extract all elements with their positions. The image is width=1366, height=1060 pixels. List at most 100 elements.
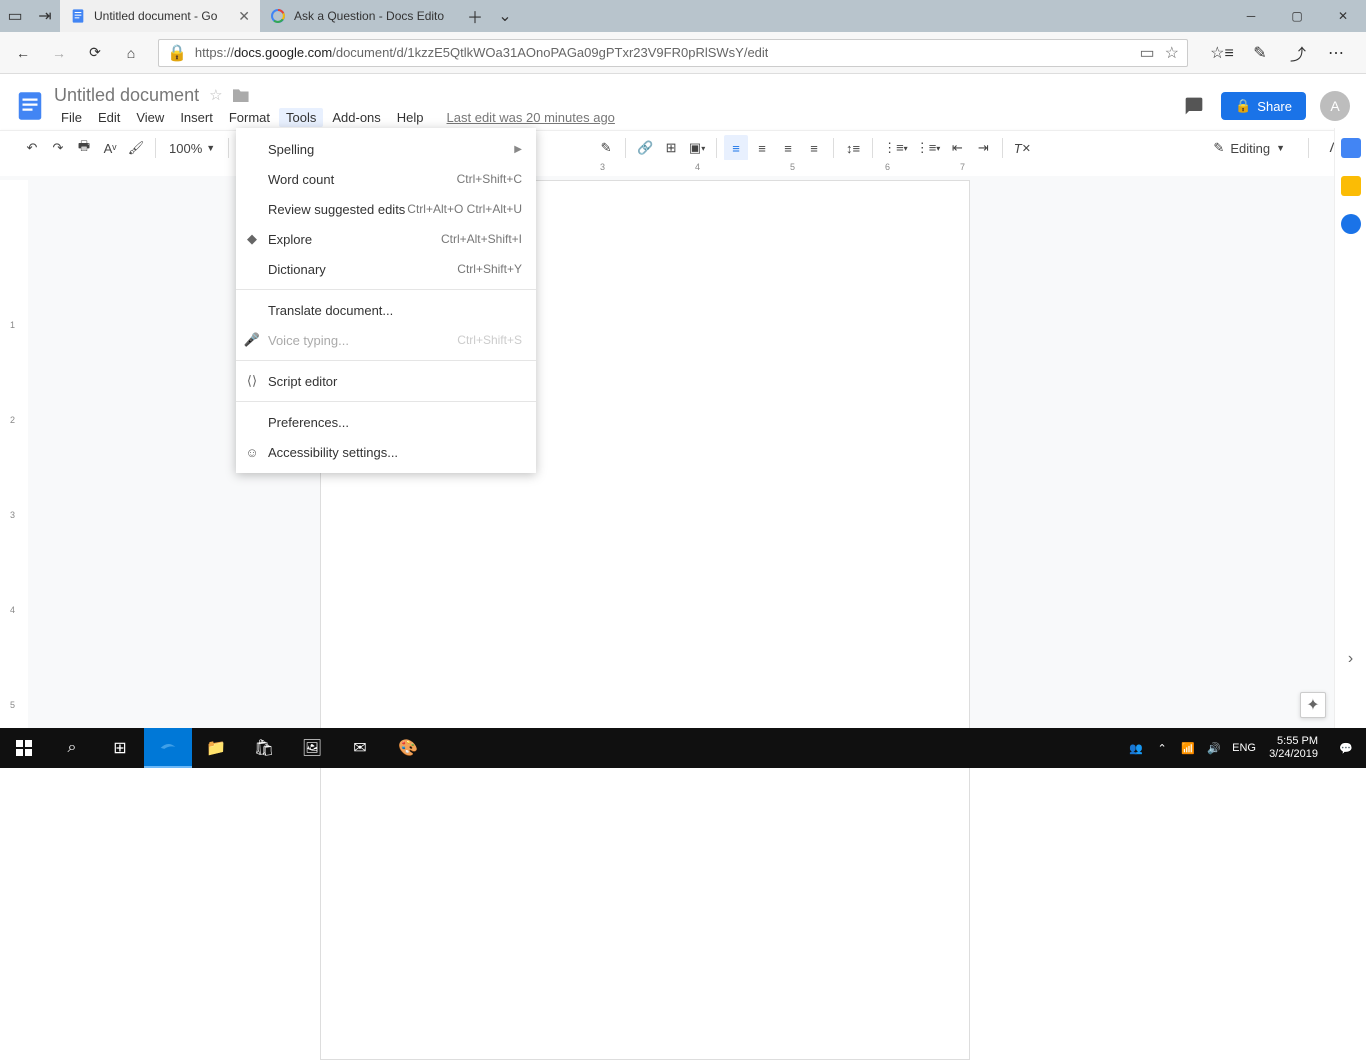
notifications-icon[interactable]: 💬	[1326, 742, 1366, 755]
bulleted-list-icon[interactable]: ⋮≡▾	[913, 135, 944, 161]
separator	[236, 360, 536, 361]
print-icon[interactable]: 🖶	[72, 135, 96, 161]
mail-icon[interactable]: ✉	[336, 728, 384, 768]
tab-dropdown-icon[interactable]: ⌄	[490, 0, 520, 32]
docs-header: Untitled document ☆ File Edit View Inser…	[0, 74, 1366, 130]
paint-format-icon[interactable]: 🖌	[124, 135, 148, 161]
store-icon[interactable]: 🛍	[240, 728, 288, 768]
tab-close-icon[interactable]: ✕	[238, 8, 250, 25]
comment-icon[interactable]: ⊞	[659, 135, 683, 161]
link-icon[interactable]: 🔗	[633, 135, 657, 161]
separator	[1308, 138, 1309, 158]
vertical-ruler[interactable]: 1 2 3 4 5	[0, 180, 28, 728]
menu-spelling[interactable]: Spelling ▶	[236, 134, 536, 164]
menu-explore[interactable]: ◆ Explore Ctrl+Alt+Shift+I	[236, 224, 536, 254]
comments-icon[interactable]	[1181, 93, 1207, 119]
menu-review-edits[interactable]: Review suggested edits Ctrl+Alt+O Ctrl+A…	[236, 194, 536, 224]
menu-word-count[interactable]: Word count Ctrl+Shift+C	[236, 164, 536, 194]
indent-inc-icon[interactable]: ⇥	[971, 135, 995, 161]
docs-logo-icon[interactable]	[12, 88, 48, 124]
share-label: Share	[1257, 99, 1292, 114]
back-button[interactable]: ←	[8, 38, 38, 68]
tasks-icon[interactable]	[1341, 214, 1361, 234]
menu-insert[interactable]: Insert	[173, 108, 220, 127]
menu-edit[interactable]: Edit	[91, 108, 127, 127]
network-icon[interactable]: 📶	[1175, 742, 1201, 755]
menu-tools[interactable]: Tools	[279, 108, 323, 127]
start-button[interactable]	[0, 728, 48, 768]
separator	[236, 401, 536, 402]
accessibility-icon: ☺	[244, 445, 260, 460]
menu-format[interactable]: Format	[222, 108, 277, 127]
menu-preferences[interactable]: Preferences...	[236, 407, 536, 437]
share-icon[interactable]: ⤴	[1284, 39, 1312, 67]
calendar-icon[interactable]	[1341, 138, 1361, 158]
lock-icon: 🔒	[1235, 98, 1251, 114]
edge-icon[interactable]	[144, 728, 192, 768]
tray-chevron-icon[interactable]: ⌃	[1149, 742, 1175, 755]
image-icon[interactable]: ▣▾	[685, 135, 709, 161]
language-indicator[interactable]: ENG	[1227, 742, 1261, 754]
clear-formatting-icon[interactable]: T✕	[1010, 135, 1034, 161]
horizontal-ruler[interactable]: 1 2 3 4 5 6 7	[0, 160, 1334, 176]
folder-icon[interactable]	[233, 88, 249, 102]
window-close-button[interactable]: ✕	[1320, 0, 1366, 32]
forward-button[interactable]: →	[44, 38, 74, 68]
spellcheck-icon[interactable]: Aᵛ	[98, 135, 122, 161]
indent-dec-icon[interactable]: ⇤	[945, 135, 969, 161]
align-left-icon[interactable]: ≡	[724, 135, 748, 161]
address-bar[interactable]: 🔒 https://docs.google.com/document/d/1kz…	[158, 39, 1188, 67]
system-clock[interactable]: 5:55 PM 3/24/2019	[1261, 735, 1326, 761]
refresh-button[interactable]: ⟳	[80, 38, 110, 68]
menu-help[interactable]: Help	[390, 108, 431, 127]
highlight-icon[interactable]: ✎	[594, 135, 618, 161]
menu-addons[interactable]: Add-ons	[325, 108, 387, 127]
menu-view[interactable]: View	[129, 108, 171, 127]
photos-icon[interactable]: 🖼	[288, 728, 336, 768]
home-button[interactable]: ⌂	[116, 38, 146, 68]
browser-tab-active[interactable]: Untitled document - Go ✕	[60, 0, 260, 32]
settings-icon[interactable]: ⋯	[1322, 39, 1350, 67]
share-button[interactable]: 🔒 Share	[1221, 92, 1306, 120]
align-right-icon[interactable]: ≡	[776, 135, 800, 161]
hide-sidepanel-icon[interactable]: ›	[1348, 650, 1353, 668]
star-icon[interactable]: ☆	[209, 86, 222, 104]
search-icon[interactable]: ⌕	[48, 728, 96, 768]
windows-taskbar: ⌕ ⊞ 📁 🛍 🖼 ✉ 🎨 👥 ⌃ 📶 🔊 ENG 5:55 PM 3/24/2…	[0, 728, 1366, 768]
align-justify-icon[interactable]: ≡	[802, 135, 826, 161]
window-maximize-button[interactable]: ▢	[1274, 0, 1320, 32]
new-tab-button[interactable]: ＋	[460, 0, 490, 32]
last-edit-text[interactable]: Last edit was 20 minutes ago	[447, 110, 615, 125]
file-explorer-icon[interactable]: 📁	[192, 728, 240, 768]
keep-icon[interactable]	[1341, 176, 1361, 196]
favorite-icon[interactable]: ☆	[1165, 43, 1179, 63]
numbered-list-icon[interactable]: ⋮≡▾	[880, 135, 911, 161]
menu-voice-typing: 🎤 Voice typing... Ctrl+Shift+S	[236, 325, 536, 355]
document-title[interactable]: Untitled document	[54, 85, 199, 106]
line-spacing-icon[interactable]: ↕≡	[841, 135, 865, 161]
undo-icon[interactable]: ↶	[20, 135, 44, 161]
set-aside-tabs-icon[interactable]: ⇥	[30, 0, 60, 32]
reading-view-icon[interactable]: ▭	[1140, 43, 1155, 63]
align-center-icon[interactable]: ≡	[750, 135, 774, 161]
menu-file[interactable]: File	[54, 108, 89, 127]
task-view-icon[interactable]: ⊞	[96, 728, 144, 768]
explore-fab-icon[interactable]: ✦	[1300, 692, 1326, 718]
menu-script-editor[interactable]: ⟨⟩ Script editor	[236, 366, 536, 396]
people-icon[interactable]: 👥	[1123, 742, 1149, 755]
zoom-select[interactable]: 100%▼	[163, 141, 221, 156]
tab-overview-icon[interactable]: ▭	[0, 0, 30, 32]
menu-dictionary[interactable]: Dictionary Ctrl+Shift+Y	[236, 254, 536, 284]
app-icon[interactable]: 🎨	[384, 728, 432, 768]
redo-icon[interactable]: ↷	[46, 135, 70, 161]
menu-accessibility[interactable]: ☺ Accessibility settings...	[236, 437, 536, 467]
volume-icon[interactable]: 🔊	[1201, 742, 1227, 755]
window-minimize-button[interactable]: ─	[1228, 0, 1274, 32]
editing-mode-select[interactable]: ✎ Editing ▼	[1203, 140, 1295, 156]
notes-icon[interactable]: ✎	[1246, 39, 1274, 67]
docs-favicon-icon	[70, 8, 86, 24]
browser-tab[interactable]: Ask a Question - Docs Edito	[260, 0, 460, 32]
menu-translate[interactable]: Translate document...	[236, 295, 536, 325]
account-avatar[interactable]: A	[1320, 91, 1350, 121]
favorites-icon[interactable]: ☆≡	[1208, 39, 1236, 67]
